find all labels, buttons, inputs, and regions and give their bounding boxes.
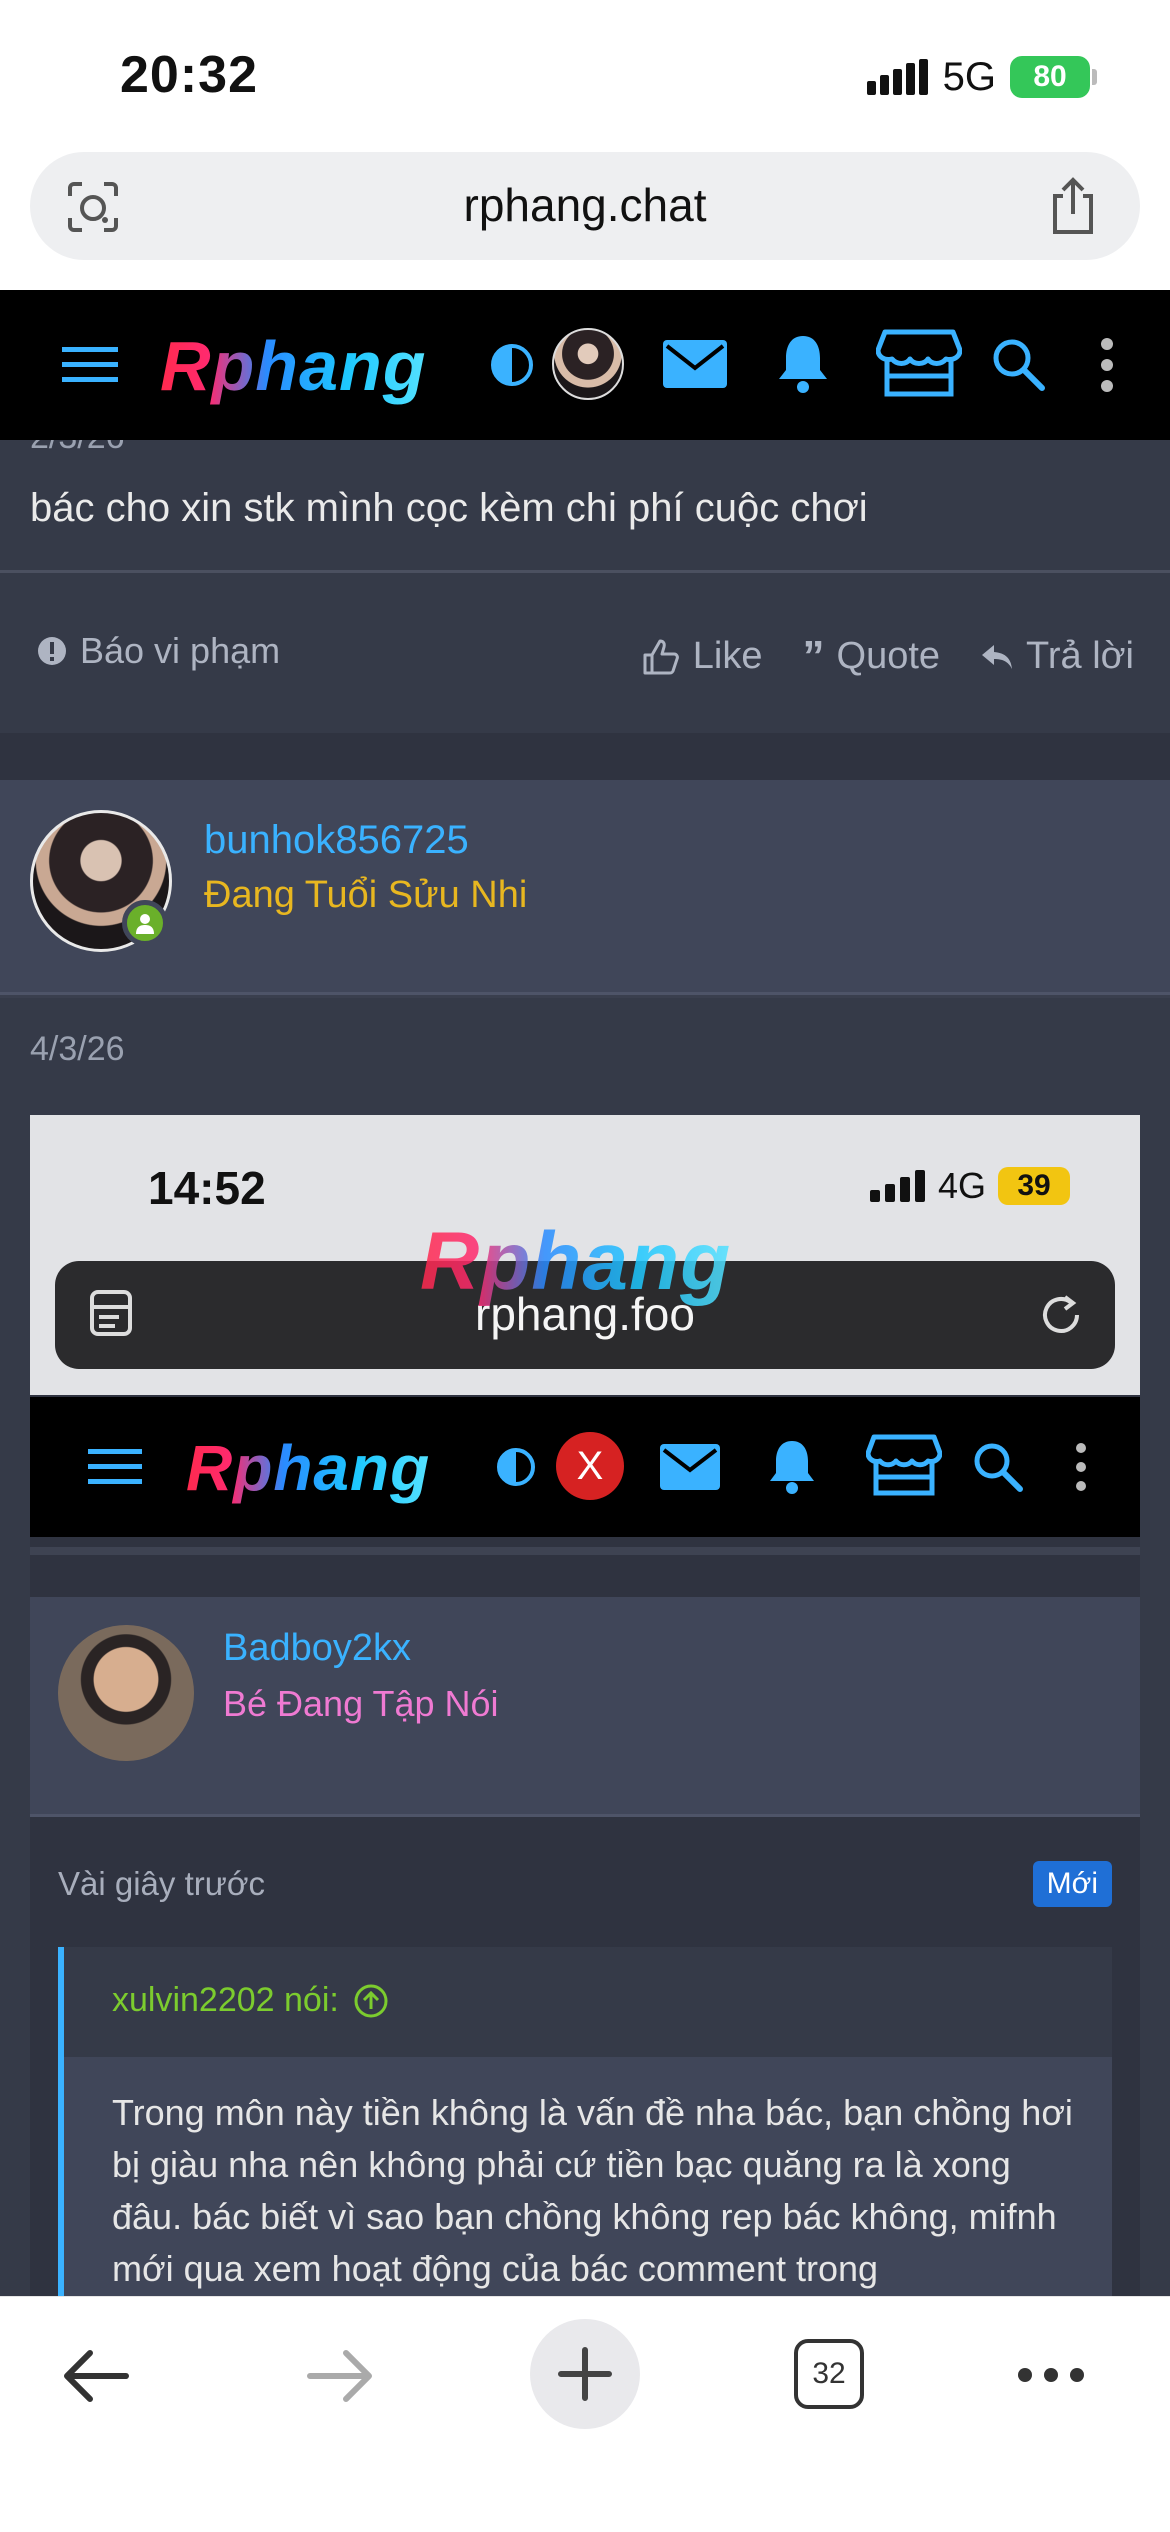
mail-icon — [660, 1444, 720, 1490]
embedded-author-row: Badboy2kx Bé Đang Tập Nói — [30, 1597, 1140, 1817]
post-separator — [0, 733, 1170, 780]
network-type: 5G — [942, 54, 996, 99]
mail-icon[interactable] — [663, 340, 727, 388]
avatar: X — [556, 1432, 624, 1500]
plus-icon — [558, 2347, 612, 2401]
avatar[interactable] — [552, 328, 624, 400]
embedded-indicators: 4G 39 — [869, 1165, 1070, 1207]
avatar — [58, 1625, 194, 1761]
like-label: Like — [692, 635, 763, 677]
alert-icon — [38, 637, 66, 665]
address-bar[interactable]: rphang.chat — [30, 152, 1140, 260]
status-bar: 20:32 5G 80 — [0, 0, 1170, 150]
battery-level: 80 — [1033, 60, 1067, 93]
embedded-post-time: Vài giây trước — [58, 1865, 265, 1902]
store-icon — [866, 1434, 942, 1496]
new-badge: Mới — [1032, 1861, 1112, 1907]
embedded-status-area: 14:52 4G 39 Rphang rphang.foo — [30, 1115, 1140, 1395]
share-icon[interactable] — [1046, 176, 1100, 236]
quote-text: Trong môn này tiền không là vấn đề nha b… — [112, 2092, 1073, 2289]
thumbs-up-icon — [643, 639, 679, 674]
store-icon[interactable] — [876, 328, 962, 398]
quote-label: Quote — [836, 635, 941, 677]
embedded-site-header: Rphang X — [30, 1397, 1140, 1537]
bell-icon[interactable] — [775, 332, 831, 394]
embedded-username: Badboy2kx — [223, 1627, 412, 1669]
new-tab-button[interactable] — [530, 2319, 640, 2429]
signal-icon — [869, 1170, 925, 1202]
more-vertical-icon[interactable] — [1099, 338, 1115, 392]
forward-icon[interactable] — [304, 2341, 376, 2411]
attached-screenshot[interactable]: 14:52 4G 39 Rphang rphang.foo Rphang X B… — [30, 1115, 1140, 2296]
quote-author-name: xulvin2202 nói: — [112, 1981, 339, 2019]
site-logo[interactable]: Rphang — [160, 326, 427, 406]
post-date[interactable]: 4/3/26 — [30, 1030, 125, 1069]
username-link[interactable]: bunhok856725 — [204, 818, 469, 863]
post-author-row: bunhok856725 Đang Tuổi Sửu Nhi — [0, 780, 1170, 995]
post-actions: Like ” Quote Trả lời — [641, 631, 1134, 681]
more-horizontal-icon[interactable] — [1016, 2365, 1086, 2385]
browser-toolbar: 32 — [0, 2296, 1170, 2532]
like-button[interactable]: Like — [641, 635, 763, 678]
quote-author: xulvin2202 nói: — [112, 1981, 389, 2020]
menu-icon[interactable] — [62, 345, 118, 385]
url-text[interactable]: rphang.chat — [30, 178, 1140, 232]
arrow-up-circle-icon — [354, 1984, 388, 2017]
watermark-logo: Rphang — [420, 1216, 732, 1307]
embedded-user-title: Bé Đang Tập Nói — [223, 1683, 499, 1724]
embedded-battery: 39 — [998, 1167, 1070, 1205]
report-button[interactable]: Báo vi phạm — [36, 630, 280, 672]
reply-button[interactable]: Trả lời — [980, 635, 1134, 678]
embedded-separator — [30, 1547, 1140, 1555]
signal-icon — [866, 59, 928, 95]
divider — [0, 570, 1170, 573]
post-message: bác cho xin stk mình cọc kèm chi phí cuộ… — [30, 486, 868, 530]
back-icon[interactable] — [60, 2341, 132, 2411]
user-title: Đang Tuổi Sửu Nhi — [204, 874, 528, 916]
site-header: Rphang — [0, 290, 1170, 440]
embedded-network: 4G — [937, 1165, 986, 1206]
quote-button[interactable]: ” Quote — [802, 631, 941, 681]
menu-icon — [88, 1449, 142, 1484]
post-body: 4/3/26 14:52 4G 39 Rphang rphang.foo Rph… — [0, 998, 1170, 2296]
quote-icon: ” — [802, 631, 825, 681]
report-label: Báo vi phạm — [80, 630, 281, 671]
reply-icon — [982, 644, 1013, 669]
embedded-time: 14:52 — [148, 1162, 266, 1214]
status-time: 20:32 — [120, 46, 258, 104]
search-icon — [974, 1443, 1023, 1492]
reply-label: Trả lời — [1026, 635, 1134, 677]
search-icon[interactable] — [990, 336, 1046, 392]
theme-toggle-icon — [497, 1448, 535, 1486]
bell-icon — [770, 1441, 814, 1494]
quote-block: xulvin2202 nói: Trong môn này tiền không… — [58, 1947, 1112, 2296]
theme-toggle-icon[interactable] — [490, 343, 534, 387]
web-page: 2/3/26 bác cho xin stk mình cọc kèm chi … — [0, 290, 1170, 2296]
user-icon — [136, 914, 154, 934]
online-status-icon — [122, 900, 168, 946]
more-vertical-icon — [1076, 1443, 1086, 1491]
reload-icon — [1043, 1295, 1079, 1333]
tabs-button[interactable]: 32 — [794, 2339, 864, 2409]
battery-icon: 80 — [1010, 56, 1097, 98]
quote-header: xulvin2202 nói: — [64, 1947, 1112, 2057]
status-indicators: 5G 80 — [866, 54, 1097, 99]
embedded-logo: Rphang — [186, 1432, 431, 1504]
